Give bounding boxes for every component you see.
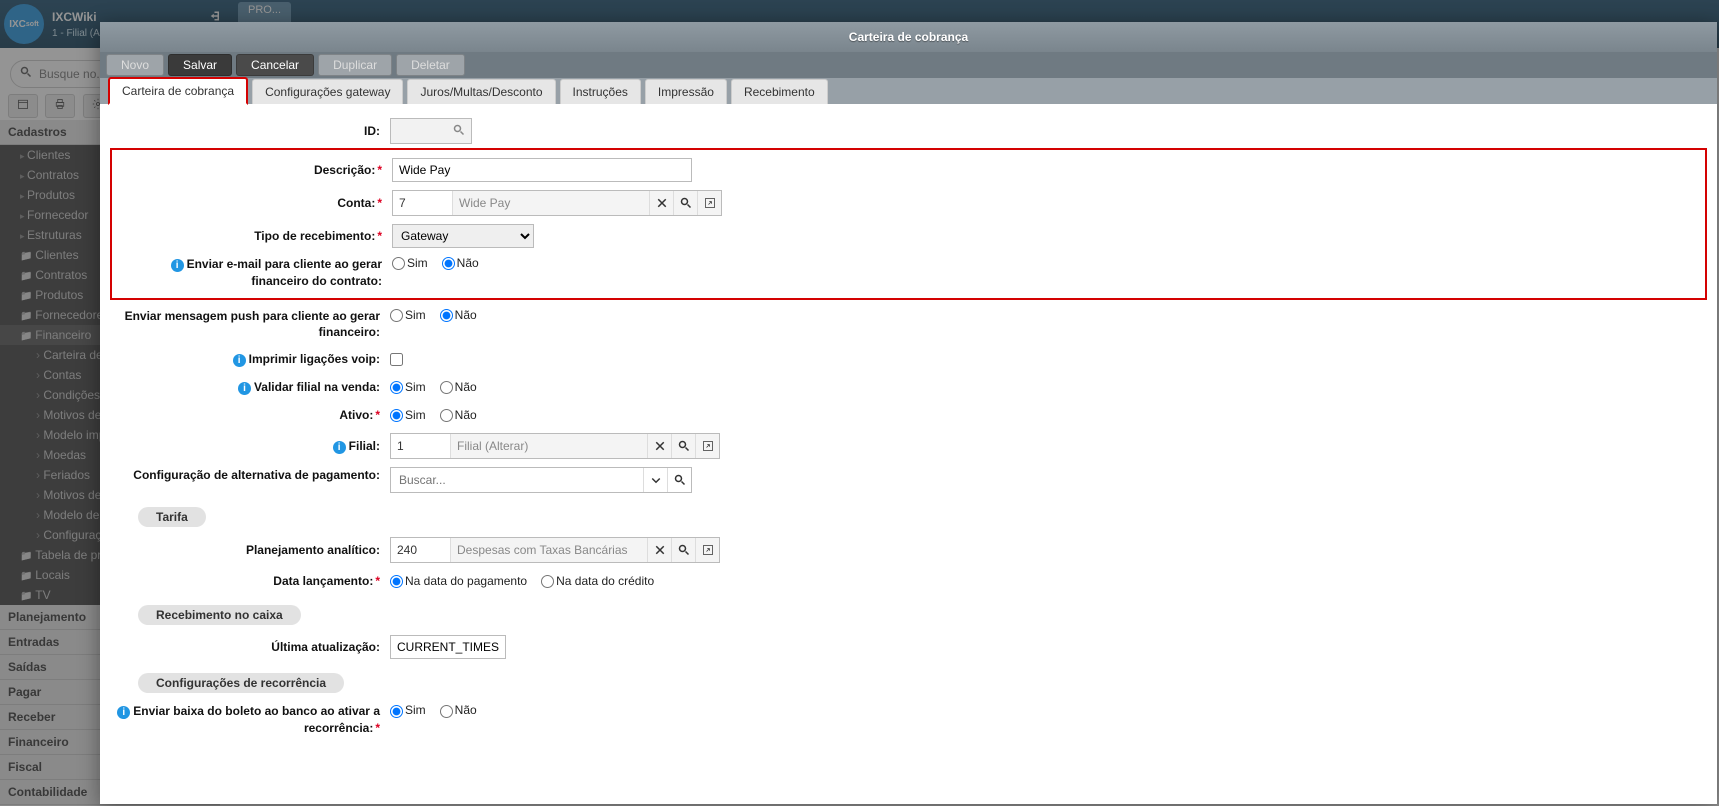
tab-carteira[interactable]: Carteira de cobrança — [108, 77, 248, 105]
info-icon: i — [238, 382, 251, 395]
section-recorrencia: Configurações de recorrência — [138, 673, 344, 693]
clear-icon[interactable] — [647, 538, 671, 562]
datalanc-opt2[interactable]: Na data do crédito — [541, 574, 654, 588]
push-radio-group: Sim Não — [390, 308, 487, 322]
info-icon: i — [233, 354, 246, 367]
open-icon[interactable] — [695, 538, 719, 562]
info-icon: i — [117, 706, 130, 719]
descricao-input[interactable] — [392, 158, 692, 182]
id-field[interactable] — [390, 118, 472, 144]
ativo-radio-group: Sim Não — [390, 408, 487, 422]
search-icon[interactable] — [447, 124, 471, 139]
open-icon[interactable] — [695, 434, 719, 458]
datalanc-label: Data lançamento:* — [110, 574, 390, 588]
info-icon: i — [171, 259, 184, 272]
ativo-label: Ativo:* — [110, 408, 390, 422]
datalanc-radio-group: Na data do pagamento Na data do crédito — [390, 574, 664, 588]
tab-juros[interactable]: Juros/Multas/Desconto — [407, 79, 555, 104]
deletar-button[interactable]: Deletar — [396, 54, 465, 76]
baixa-radio-group: Sim Não — [390, 703, 487, 717]
modal-window: Carteira de cobrança Novo Salvar Cancela… — [100, 22, 1717, 804]
salvar-button[interactable]: Salvar — [168, 54, 232, 76]
push-nao[interactable]: Não — [440, 308, 477, 322]
email-radio-group: Sim Não — [392, 256, 489, 270]
tab-instrucoes[interactable]: Instruções — [560, 79, 641, 104]
cancelar-button[interactable]: Cancelar — [236, 54, 314, 76]
tab-impressao[interactable]: Impressão — [645, 79, 727, 104]
tiporeceb-label: Tipo de recebimento:* — [112, 229, 392, 243]
section-recebimento: Recebimento no caixa — [138, 605, 301, 625]
baixa-label: iEnviar baixa do boleto ao banco ao ativ… — [110, 703, 390, 737]
plan-lookup[interactable]: 240 Despesas com Taxas Bancárias — [390, 537, 720, 563]
tiporeceb-select[interactable]: Gateway — [392, 224, 534, 248]
conta-label: Conta:* — [112, 196, 392, 210]
validar-label: iValidar filial na venda: — [110, 380, 390, 395]
id-label: ID: — [110, 124, 390, 138]
datalanc-opt1[interactable]: Na data do pagamento — [390, 574, 527, 588]
modal-button-bar: Novo Salvar Cancelar Duplicar Deletar — [100, 52, 1717, 78]
plan-label: Planejamento analítico: — [110, 543, 390, 557]
ativo-sim[interactable]: Sim — [390, 408, 426, 422]
altpag-label: Configuração de alternativa de pagamento… — [110, 467, 390, 484]
modal-title: Carteira de cobrança — [100, 22, 1717, 52]
search-icon[interactable] — [671, 538, 695, 562]
push-sim[interactable]: Sim — [390, 308, 426, 322]
search-icon[interactable] — [673, 191, 697, 215]
validar-nao[interactable]: Não — [440, 380, 477, 394]
clear-icon[interactable] — [647, 434, 671, 458]
chevron-down-icon[interactable] — [643, 468, 667, 492]
email-label: iEnviar e-mail para cliente ao gerar fin… — [112, 256, 392, 290]
modal-body: ID: Descrição:* Conta:* 7 Wide Pay — [100, 104, 1717, 804]
baixa-sim[interactable]: Sim — [390, 703, 426, 717]
ativo-nao[interactable]: Não — [440, 408, 477, 422]
duplicar-button[interactable]: Duplicar — [318, 54, 392, 76]
conta-lookup[interactable]: 7 Wide Pay — [392, 190, 722, 216]
tab-recebimento[interactable]: Recebimento — [731, 79, 828, 104]
imprimir-label: iImprimir ligações voip: — [110, 352, 390, 367]
filial-label: iFilial: — [110, 439, 390, 454]
imprimir-checkbox[interactable] — [390, 353, 403, 366]
filial-lookup[interactable]: 1 Filial (Alterar) — [390, 433, 720, 459]
open-icon[interactable] — [697, 191, 721, 215]
search-icon[interactable] — [667, 468, 691, 492]
clear-icon[interactable] — [649, 191, 673, 215]
novo-button[interactable]: Novo — [106, 54, 164, 76]
validar-radio-group: Sim Não — [390, 380, 487, 394]
ultatual-label: Última atualização: — [110, 640, 390, 654]
section-tarifa: Tarifa — [138, 507, 206, 527]
plan-name: Despesas com Taxas Bancárias — [451, 543, 647, 557]
filial-name: Filial (Alterar) — [451, 439, 647, 453]
altpag-input[interactable] — [391, 473, 643, 487]
baixa-nao[interactable]: Não — [440, 703, 477, 717]
email-nao[interactable]: Não — [442, 256, 479, 270]
ultatual-input[interactable] — [390, 635, 506, 659]
altpag-searchbox[interactable] — [390, 467, 692, 493]
descricao-label: Descrição:* — [112, 163, 392, 177]
conta-name: Wide Pay — [453, 196, 649, 210]
filial-id[interactable]: 1 — [391, 434, 451, 458]
info-icon: i — [333, 441, 346, 454]
search-icon[interactable] — [671, 434, 695, 458]
conta-id[interactable]: 7 — [393, 191, 453, 215]
email-sim[interactable]: Sim — [392, 256, 428, 270]
plan-id[interactable]: 240 — [391, 538, 451, 562]
modal-tab-bar: Carteira de cobrança Configurações gatew… — [100, 78, 1717, 104]
validar-sim[interactable]: Sim — [390, 380, 426, 394]
push-label: Enviar mensagem push para cliente ao ger… — [110, 308, 390, 342]
highlight-box: Descrição:* Conta:* 7 Wide Pay Tipo de r… — [110, 148, 1707, 300]
tab-gateway[interactable]: Configurações gateway — [252, 79, 403, 104]
